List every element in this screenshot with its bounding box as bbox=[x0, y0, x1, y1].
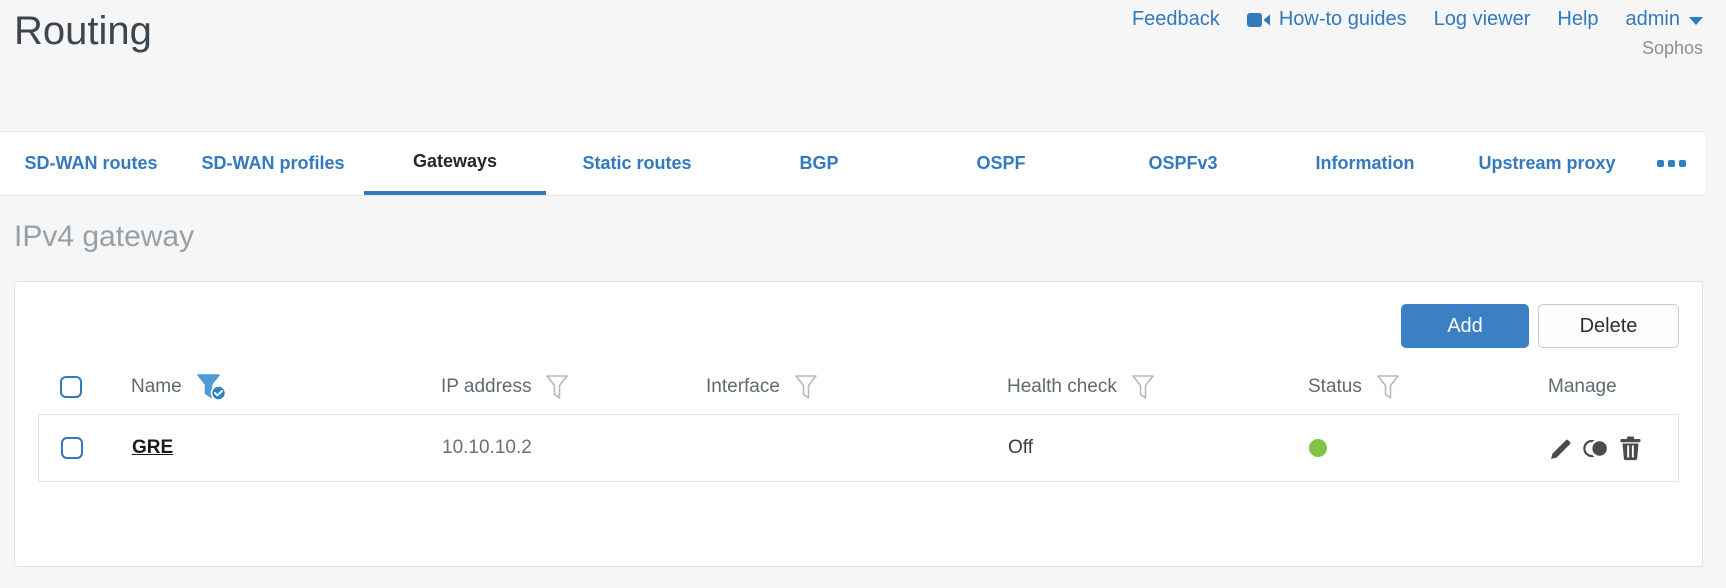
tabs-overflow-button[interactable] bbox=[1638, 132, 1704, 195]
feedback-link[interactable]: Feedback bbox=[1132, 8, 1220, 31]
tab-ospf[interactable]: OSPF bbox=[910, 132, 1092, 195]
filter-icon[interactable] bbox=[1377, 374, 1399, 400]
log-viewer-label: Log viewer bbox=[1433, 8, 1531, 30]
brand-label: Sophos bbox=[1641, 38, 1703, 58]
gateways-content: IPv4 gateway Add Delete Name IP address … bbox=[0, 220, 1726, 567]
delete-button[interactable]: Delete bbox=[1538, 304, 1679, 348]
gateway-name-cell: GRE bbox=[132, 437, 442, 459]
table-header-row: Name IP address Interface Health check S… bbox=[38, 360, 1679, 414]
tab-ospfv3[interactable]: OSPFv3 bbox=[1092, 132, 1274, 195]
add-button[interactable]: Add bbox=[1401, 304, 1529, 348]
filter-active-icon[interactable] bbox=[196, 373, 227, 401]
help-link-label: Help bbox=[1557, 8, 1599, 30]
gateway-manage-cell bbox=[1549, 436, 1678, 461]
filter-icon[interactable] bbox=[795, 374, 817, 400]
column-header-interface: Interface bbox=[706, 374, 1007, 400]
caret-down-icon bbox=[1689, 17, 1703, 25]
howto-guides-link[interactable]: How-to guides bbox=[1246, 8, 1407, 31]
tab-gateways[interactable]: Gateways bbox=[364, 132, 546, 195]
filter-icon[interactable] bbox=[546, 374, 569, 400]
row-checkbox[interactable] bbox=[61, 437, 83, 459]
ellipsis-icon bbox=[1656, 160, 1664, 167]
routing-tabbar: SD-WAN routes SD-WAN profiles Gateways S… bbox=[0, 131, 1705, 196]
gateway-ip-cell: 10.10.10.2 bbox=[442, 437, 532, 458]
log-viewer-link[interactable]: Log viewer bbox=[1434, 8, 1531, 31]
top-header: Routing Feedback How-to guides Log viewe… bbox=[0, 0, 1726, 131]
status-up-indicator bbox=[1309, 439, 1327, 457]
column-header-health-check: Health check bbox=[1007, 374, 1308, 400]
video-camera-icon bbox=[1246, 12, 1270, 28]
header-right: Feedback How-to guides Log viewer Help a… bbox=[1132, 8, 1703, 59]
user-menu-label: admin bbox=[1625, 8, 1680, 30]
column-header-ip: IP address bbox=[441, 374, 706, 400]
table-toolbar: Add Delete bbox=[38, 304, 1679, 348]
feedback-link-label: Feedback bbox=[1131, 8, 1220, 30]
gateway-name-link[interactable]: GRE bbox=[132, 437, 173, 458]
tab-bgp[interactable]: BGP bbox=[728, 132, 910, 195]
tab-upstream-proxy[interactable]: Upstream proxy bbox=[1456, 132, 1638, 195]
select-all-checkbox[interactable] bbox=[60, 376, 82, 398]
delete-trash-icon[interactable] bbox=[1619, 436, 1642, 461]
ipv4-gateway-card: Add Delete Name IP address Interface Hea… bbox=[14, 281, 1703, 567]
gateway-health-cell: Off bbox=[1008, 437, 1033, 458]
section-heading: IPv4 gateway bbox=[14, 220, 195, 253]
tab-sdwan-routes[interactable]: SD-WAN routes bbox=[0, 132, 182, 195]
help-link[interactable]: Help bbox=[1557, 8, 1598, 31]
tab-sdwan-profiles[interactable]: SD-WAN profiles bbox=[182, 132, 364, 195]
header-links: Feedback How-to guides Log viewer Help a… bbox=[1132, 8, 1703, 31]
column-header-manage: Manage bbox=[1548, 376, 1617, 397]
clone-icon[interactable] bbox=[1582, 436, 1611, 461]
column-header-status: Status bbox=[1308, 374, 1548, 400]
gateway-status-cell bbox=[1309, 439, 1549, 457]
filter-icon[interactable] bbox=[1132, 374, 1154, 400]
user-menu[interactable]: admin bbox=[1626, 8, 1703, 31]
page-title: Routing bbox=[14, 9, 152, 53]
tab-static-routes[interactable]: Static routes bbox=[546, 132, 728, 195]
tab-information[interactable]: Information bbox=[1274, 132, 1456, 195]
table-row: GRE 10.10.10.2 Off bbox=[38, 414, 1679, 482]
edit-pencil-icon[interactable] bbox=[1549, 436, 1574, 461]
header-checkbox-cell bbox=[38, 376, 131, 398]
row-checkbox-cell bbox=[39, 437, 132, 459]
howto-guides-label: How-to guides bbox=[1278, 8, 1407, 30]
column-header-name: Name bbox=[131, 373, 441, 401]
